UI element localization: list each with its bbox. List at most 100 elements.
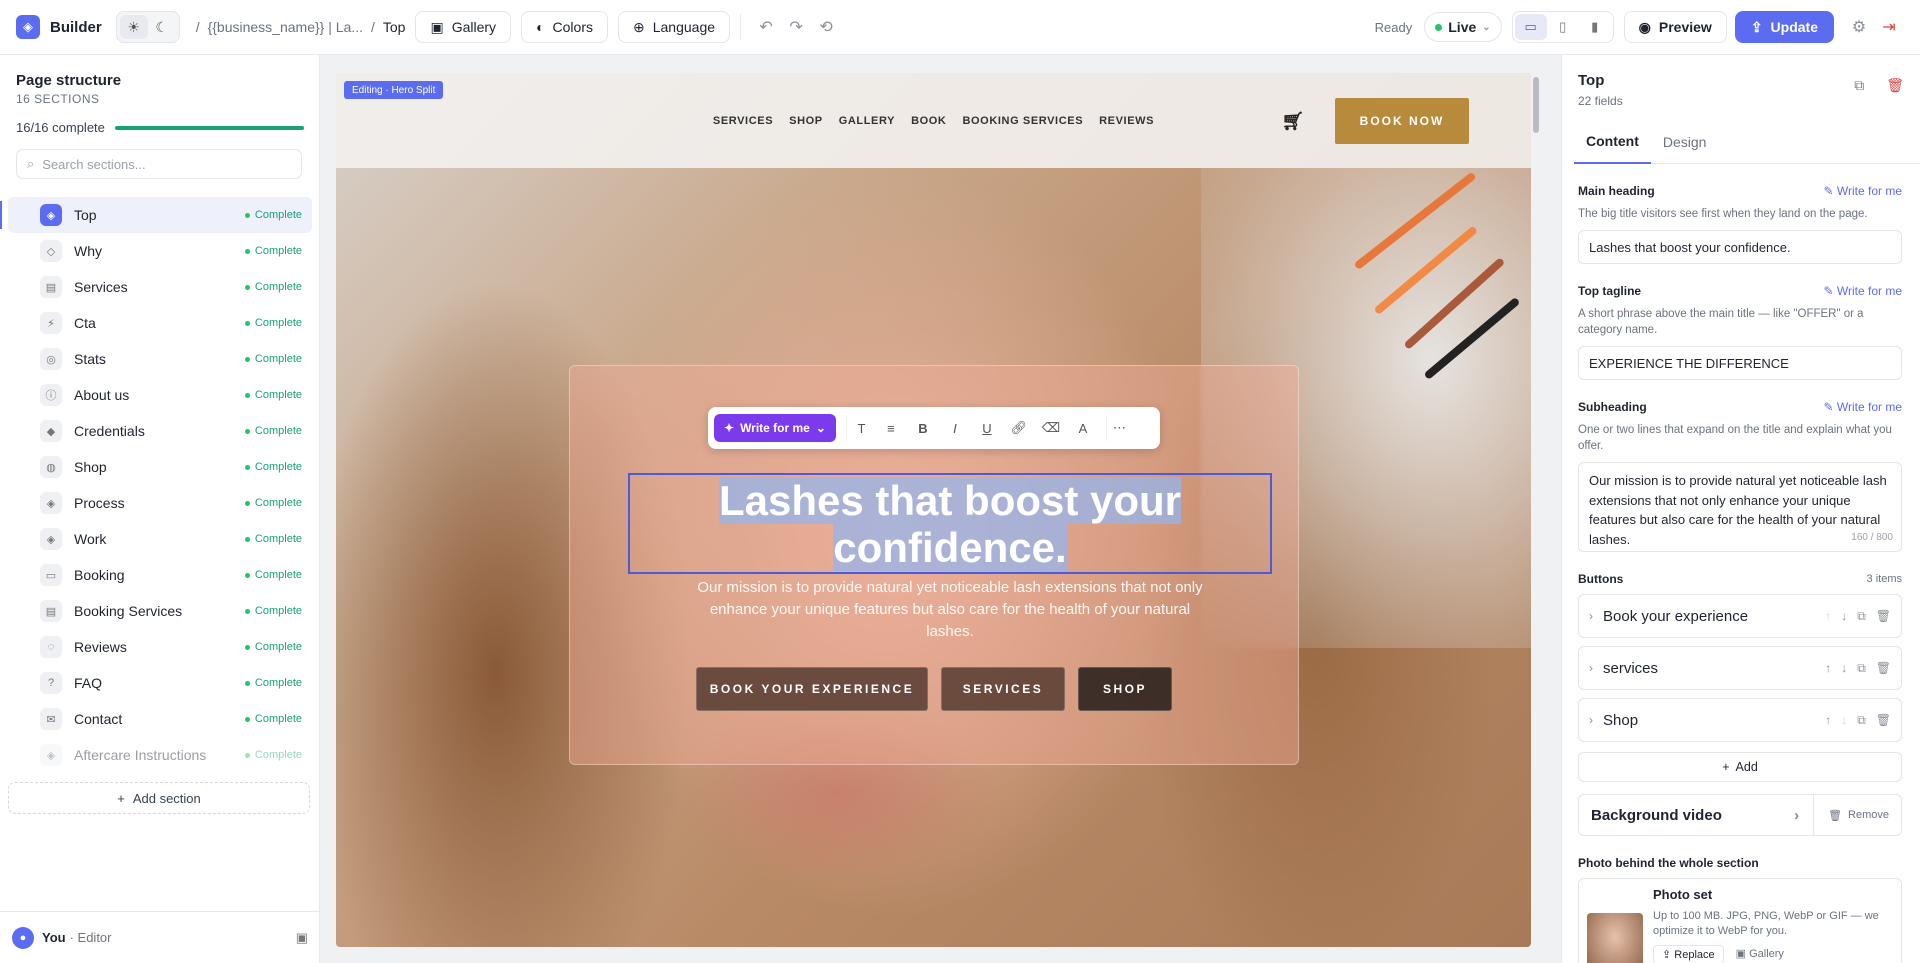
undo-icon[interactable]: ↶ [751,12,781,42]
sidebar-item-contact[interactable]: ✉ Contact Complete [8,701,312,737]
duplicate-icon[interactable]: ⧉ [1857,609,1866,624]
button-item[interactable]: › Book your experience ↑ ↓ ⧉ 🗑︎ [1578,594,1902,638]
more-icon[interactable]: ⋯ [1105,415,1132,441]
photo-thumbnail[interactable] [1587,913,1643,963]
live-status-dropdown[interactable]: Live ⌄ [1424,12,1502,42]
preview-scrollbar[interactable] [1531,73,1541,947]
search-input[interactable]: Search sections... [42,157,145,172]
book-now-button[interactable]: BOOK NOW [1335,98,1469,144]
trash-icon[interactable]: 🗑︎ [1876,713,1891,727]
text-style-icon[interactable]: A [1070,415,1096,441]
replace-button[interactable]: ⇪ Replace [1653,945,1724,963]
sidebar-item-credentials[interactable]: ◆ Credentials Complete [8,413,312,449]
sidebar-item-shop[interactable]: ◍ Shop Complete [8,449,312,485]
trash-icon[interactable]: 🗑︎ [1876,661,1891,675]
chevron-right-icon[interactable]: › [1794,807,1799,824]
nav-link[interactable]: BOOK [911,115,946,127]
sidebar-item-aftercare-instructions[interactable]: ◈ Aftercare Instructions Complete [8,737,312,773]
button-item[interactable]: › services ↑ ↓ ⧉ 🗑︎ [1578,646,1902,690]
tab-content[interactable]: Content [1574,120,1651,164]
write-for-me-link[interactable]: ✎ Write for me [1823,184,1902,198]
sidebar-item-booking[interactable]: ▭ Booking Complete [8,557,312,593]
nav-link[interactable]: SHOP [789,115,823,127]
chevron-right-icon[interactable]: › [1589,609,1593,623]
arrow-down-icon[interactable]: ↓ [1841,661,1847,675]
duplicate-icon[interactable]: ⧉ [1857,661,1866,676]
logout-icon[interactable]: ⇥ [1874,12,1904,42]
sidebar-item-work[interactable]: ◈ Work Complete [8,521,312,557]
cta-book-experience[interactable]: BOOK YOUR EXPERIENCE [696,667,928,711]
status-badge: Complete [244,425,302,437]
cart-icon[interactable]: 🛒︎ [1282,111,1305,132]
gallery-button[interactable]: ▣ Gallery [1732,945,1788,963]
trash-icon[interactable]: 🗑︎ [1876,609,1891,623]
site-preview[interactable]: SERVICES SHOP GALLERY BOOK BOOKING SERVI… [336,73,1531,947]
sidebar-item-cta[interactable]: ⚡︎ Cta Complete [8,305,312,341]
align-icon[interactable]: ≡ [878,415,904,441]
add-button[interactable]: + Add [1578,752,1902,782]
arrow-up-icon[interactable]: ↑ [1825,713,1831,727]
gallery-button[interactable]: ▣ Gallery [415,11,512,43]
arrow-up-icon[interactable]: ↑ [1825,661,1831,675]
tab-design[interactable]: Design [1651,120,1719,164]
update-button[interactable]: ⇪ Update [1734,11,1834,43]
sidebar-item-services[interactable]: ▤ Services Complete [8,269,312,305]
write-for-me-button[interactable]: ✦ Write for me ⌄ [714,414,836,442]
write-for-me-link[interactable]: ✎ Write for me [1823,284,1902,298]
section-search[interactable]: ⌕ Search sections... [16,149,302,179]
sidebar-item-top[interactable]: ◈ Top Complete [0,197,312,233]
sidebar-item-why[interactable]: ◇ Why Complete [8,233,312,269]
theme-toggle[interactable]: ☀ ☾ [115,11,180,43]
duplicate-icon[interactable]: ⧉ [1857,713,1866,728]
main-heading-input[interactable]: Lashes that boost your confidence. [1578,230,1902,264]
nav-link[interactable]: REVIEWS [1099,115,1154,127]
char-count: 160 / 800 [1851,531,1893,543]
media-icon[interactable]: ▣ [296,930,308,946]
tagline-input[interactable]: EXPERIENCE THE DIFFERENCE [1578,346,1902,380]
underline-icon[interactable]: U [974,415,1000,441]
font-size-icon[interactable]: T [845,415,872,441]
preview-button[interactable]: ◉ Preview [1623,11,1727,43]
remove-video-button[interactable]: 🗑︎ Remove [1813,794,1889,836]
background-video-row[interactable]: Background video › 🗑︎ Remove [1578,794,1902,836]
sidebar-item-about-us[interactable]: ⓘ About us Complete [8,377,312,413]
hero-subheading[interactable]: Our mission is to provide natural yet no… [686,577,1214,643]
subheading-textarea[interactable]: Our mission is to provide natural yet no… [1578,462,1902,552]
status-dot-icon [244,284,250,290]
history-icon[interactable]: ⟲ [811,12,841,42]
avatar[interactable]: ● [12,926,34,949]
settings-icon[interactable]: ⚙ [1844,12,1874,42]
sidebar-item-reviews[interactable]: ◌ Reviews Complete [8,629,312,665]
nav-link[interactable]: SERVICES [713,115,773,127]
nav-link[interactable]: GALLERY [839,115,895,127]
colors-button[interactable]: ◐ Colors [521,11,608,43]
sidebar-item-faq[interactable]: ? FAQ Complete [8,665,312,701]
clear-format-icon[interactable]: ⌫ [1038,415,1064,441]
hero-heading[interactable]: Lashes that boost your confidence. [628,473,1272,574]
chevron-right-icon[interactable]: › [1589,713,1593,727]
sidebar-item-process[interactable]: ◈ Process Complete [8,485,312,521]
moon-icon[interactable]: ☾ [148,15,176,39]
redo-icon[interactable]: ↷ [781,12,811,42]
language-button[interactable]: ⊕ Language [618,11,731,43]
chevron-right-icon[interactable]: › [1589,661,1593,675]
duplicate-icon[interactable]: ⧉ [1854,77,1864,94]
tablet-icon[interactable]: ▯ [1547,14,1579,40]
arrow-down-icon[interactable]: ↓ [1841,609,1847,623]
sidebar-item-stats[interactable]: ◎ Stats Complete [8,341,312,377]
nav-link[interactable]: BOOKING SERVICES [962,115,1083,127]
bold-icon[interactable]: B [910,415,936,441]
link-icon[interactable]: 🔗︎ [1006,415,1032,441]
cta-services[interactable]: SERVICES [941,667,1065,711]
desktop-icon[interactable]: ▭ [1514,14,1547,40]
breadcrumb-site[interactable]: {{business_name}} | La... [208,19,363,35]
button-item[interactable]: › Shop ↑ ↓ ⧉ 🗑︎ [1578,698,1902,742]
write-for-me-link[interactable]: ✎ Write for me [1823,400,1902,414]
italic-icon[interactable]: I [942,415,968,441]
add-section-button[interactable]: + Add section [8,782,310,814]
sun-icon[interactable]: ☀ [119,15,148,39]
trash-icon[interactable]: 🗑︎ [1886,77,1904,94]
mobile-icon[interactable]: ▮ [1579,14,1611,40]
sidebar-item-booking-services[interactable]: ▤ Booking Services Complete [8,593,312,629]
cta-shop[interactable]: SHOP [1078,667,1172,711]
